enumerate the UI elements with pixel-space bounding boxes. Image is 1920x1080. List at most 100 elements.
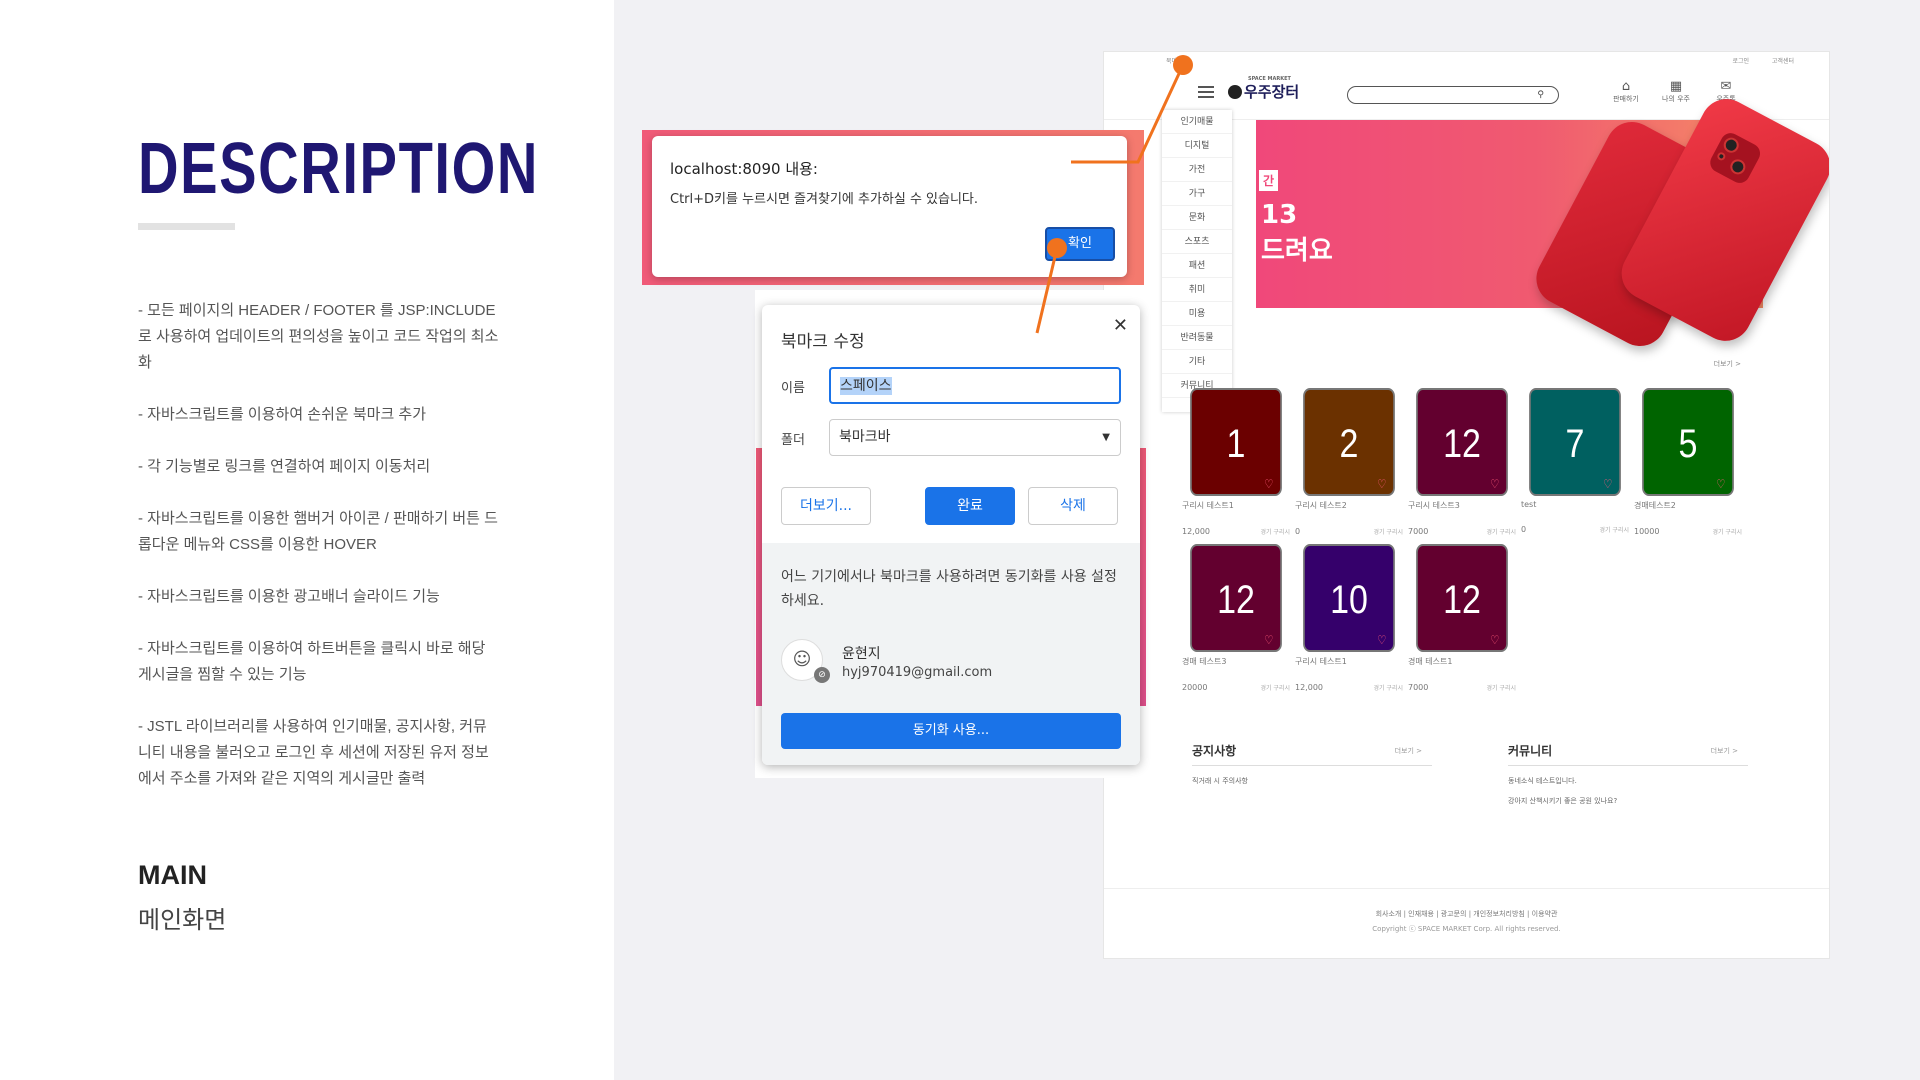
- close-icon[interactable]: ✕: [1113, 315, 1128, 336]
- item-location: 경기 구리시: [1486, 529, 1516, 536]
- sync-message: 어느 기기에서나 북마크를 사용하려면 동기화를 사용 설정하세요.: [781, 569, 1117, 609]
- popular-more-link[interactable]: 더보기 >: [1714, 359, 1741, 369]
- login-link[interactable]: 로그인: [1732, 56, 1749, 65]
- heart-icon[interactable]: ♡: [1490, 478, 1499, 490]
- banner-tag: 간: [1259, 170, 1279, 191]
- hamburger-menu-icon[interactable]: [1198, 86, 1214, 98]
- menu-item-furniture[interactable]: 가구: [1162, 182, 1232, 206]
- item-card[interactable]: 1 ♡ 구리시 테스트1 12,000 경기 구리시: [1182, 388, 1290, 536]
- menu-item-appliance[interactable]: 가전: [1162, 158, 1232, 182]
- item-price: 7000: [1408, 527, 1429, 536]
- search-input[interactable]: ⚲: [1347, 86, 1559, 104]
- item-title: 경매 테스트3: [1182, 657, 1227, 666]
- community-item[interactable]: 강아지 산책시키기 좋은 공원 있나요?: [1508, 796, 1748, 806]
- notice-item[interactable]: 직거래 시 주의사항: [1192, 776, 1432, 786]
- item-price: 12,000: [1182, 527, 1210, 536]
- ad-banner[interactable]: 간 13 드려요: [1256, 90, 1829, 356]
- heart-icon[interactable]: ♡: [1603, 478, 1612, 490]
- heart-icon[interactable]: ♡: [1264, 634, 1273, 646]
- notice-title: 공지사항: [1192, 744, 1237, 758]
- callout-marker: [1173, 55, 1193, 75]
- footer-links[interactable]: 회사소개 | 인재채용 | 광고문의 | 개인정보처리방침 | 이용약관: [1104, 909, 1829, 919]
- item-number: 10: [1330, 578, 1368, 622]
- heart-icon[interactable]: ♡: [1490, 634, 1499, 646]
- item-meta: 10000 경기 구리시: [1634, 527, 1742, 536]
- item-meta: 20000 경기 구리시: [1182, 683, 1290, 692]
- menu-item-pets[interactable]: 반려동물: [1162, 326, 1232, 350]
- store-icon: ▦: [1669, 79, 1683, 94]
- site-logo[interactable]: SPACE MARKET 우주장터: [1228, 76, 1300, 102]
- alert-title: localhost:8090 내용:: [670, 160, 818, 178]
- support-link[interactable]: 고객센터: [1772, 56, 1794, 65]
- item-card[interactable]: 12 ♡ 경매 테스트3 20000 경기 구리시: [1182, 544, 1290, 692]
- item-card[interactable]: 10 ♡ 구리시 테스트1 12,000 경기 구리시: [1295, 544, 1403, 692]
- site-footer: 회사소개 | 인재채용 | 광고문의 | 개인정보처리방침 | 이용약관 Cop…: [1104, 888, 1829, 958]
- menu-item-popular[interactable]: 인기매물: [1162, 110, 1232, 134]
- menu-item-hobby[interactable]: 취미: [1162, 278, 1232, 302]
- logo-tagline: SPACE MARKET: [1248, 76, 1291, 82]
- notice-more-link[interactable]: 더보기 >: [1395, 746, 1422, 756]
- section-label: MAIN: [138, 860, 207, 890]
- item-price: 7000: [1408, 683, 1429, 692]
- callout-marker: [1047, 238, 1067, 258]
- menu-item-digital[interactable]: 디지털: [1162, 134, 1232, 158]
- item-card[interactable]: 2 ♡ 구리시 테스트2 0 경기 구리시: [1295, 388, 1403, 536]
- menu-item-fashion[interactable]: 패션: [1162, 254, 1232, 278]
- menu-item-culture[interactable]: 문화: [1162, 206, 1232, 230]
- item-title: 경매 테스트1: [1408, 657, 1453, 666]
- item-title: 구리시 테스트1: [1182, 501, 1234, 510]
- heart-icon[interactable]: ♡: [1377, 478, 1386, 490]
- delete-button[interactable]: 삭제: [1028, 487, 1118, 525]
- item-card[interactable]: 12 ♡ 구리시 테스트3 7000 경기 구리시: [1408, 388, 1516, 536]
- description-item: - 자바스크립트를 이용하여 손쉬운 북마크 추가: [138, 406, 427, 423]
- sell-button[interactable]: ⌂ 판매하기: [1611, 80, 1641, 104]
- item-card[interactable]: 5 ♡ 경매테스트2 10000 경기 구리시: [1634, 388, 1742, 536]
- description-item: - 모든 페이지의 HEADER / FOOTER 를 JSP:INCLUDE …: [138, 302, 499, 371]
- item-location: 경기 구리시: [1373, 529, 1403, 536]
- item-number: 2: [1339, 422, 1359, 466]
- item-price: 0: [1521, 525, 1527, 534]
- community-heading: 커뮤니티 더보기 >: [1508, 742, 1748, 766]
- item-location: 경기 구리시: [1712, 529, 1742, 536]
- top-bar: 북마크 로그인 고객센터: [1104, 52, 1829, 66]
- bookmark-name-input[interactable]: 스페이스: [829, 367, 1121, 404]
- banner-line-1: 13: [1261, 200, 1298, 230]
- search-icon[interactable]: ⚲: [1537, 90, 1544, 100]
- item-card[interactable]: 12 ♡ 경매 테스트1 7000 경기 구리시: [1408, 544, 1516, 692]
- more-button[interactable]: 더보기...: [781, 487, 871, 525]
- sell-icon: ⌂: [1621, 79, 1631, 94]
- bookmark-dialog: 북마크 수정 ✕ 이름 스페이스 폴더 북마크바 ▼ 더보기... 완료 삭제 어…: [762, 305, 1140, 765]
- folder-select[interactable]: 북마크바 ▼: [829, 419, 1121, 456]
- item-title: test: [1521, 500, 1537, 509]
- enable-sync-button[interactable]: 동기화 사용...: [781, 713, 1121, 749]
- description-list: - 모든 페이지의 HEADER / FOOTER 를 JSP:INCLUDE …: [138, 298, 500, 818]
- community-item[interactable]: 동네소식 테스트입니다.: [1508, 776, 1748, 786]
- menu-item-etc[interactable]: 기타: [1162, 350, 1232, 374]
- heart-icon[interactable]: ♡: [1377, 634, 1386, 646]
- done-button[interactable]: 완료: [925, 487, 1015, 525]
- item-number: 7: [1565, 422, 1585, 466]
- item-location: 경기 구리시: [1260, 529, 1290, 536]
- hamburger-dropdown: 인기매물 디지털 가전 가구 문화 스포츠 패션 취미 미용 반려동물 기타 커…: [1162, 110, 1232, 412]
- community-more-link[interactable]: 더보기 >: [1711, 746, 1738, 756]
- item-meta: 12,000 경기 구리시: [1182, 527, 1290, 536]
- user-name: 윤현지: [842, 646, 881, 662]
- menu-item-beauty[interactable]: 미용: [1162, 302, 1232, 326]
- description-item: - 자바스크립트를 이용하여 하트버튼을 클릭시 바로 해당 게시글을 찜할 수…: [138, 640, 486, 683]
- folder-value: 북마크바: [839, 429, 891, 445]
- item-card[interactable]: 7 ♡ test 0 경기 구리시: [1521, 388, 1629, 534]
- item-number: 12: [1217, 578, 1255, 622]
- chat-icon: ✉: [1720, 79, 1732, 94]
- heart-icon[interactable]: ♡: [1264, 478, 1273, 490]
- heart-icon[interactable]: ♡: [1716, 478, 1725, 490]
- camera-icon: [1706, 129, 1764, 187]
- item-price: 0: [1295, 527, 1301, 536]
- my-store-button[interactable]: ▦ 나의 우주: [1661, 80, 1691, 104]
- footer-copyright: Copyright ⓒ SPACE MARKET Corp. All right…: [1372, 925, 1561, 933]
- item-title: 구리시 테스트3: [1408, 501, 1460, 510]
- logo-text: 우주장터: [1244, 83, 1300, 101]
- chevron-down-icon: ▼: [1102, 432, 1110, 443]
- item-thumbnail: 7 ♡: [1529, 388, 1621, 496]
- item-price: 10000: [1634, 527, 1660, 536]
- menu-item-sports[interactable]: 스포츠: [1162, 230, 1232, 254]
